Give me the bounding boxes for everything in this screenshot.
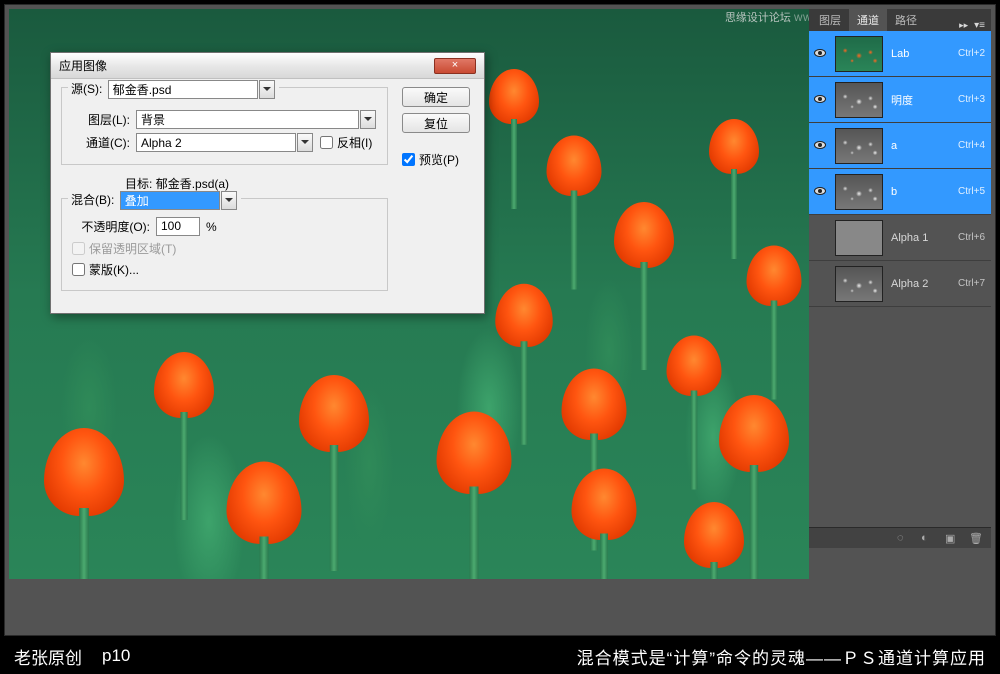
- source-combo[interactable]: 郁金香.psd: [108, 80, 258, 99]
- dialog-title: 应用图像: [59, 57, 434, 74]
- channel-shortcut: Ctrl+5: [958, 186, 985, 197]
- caption-page: p10: [102, 646, 130, 666]
- channel-name: b: [889, 186, 958, 198]
- chevron-down-icon[interactable]: [297, 133, 313, 152]
- channel-list: LabCtrl+2明度Ctrl+3aCtrl+4bCtrl+5Alpha 1Ct…: [809, 31, 991, 307]
- app-frame: 思缘设计论坛 WWW.MISSYUAN.COM itsCN 应用图像 × 源(S…: [4, 4, 996, 636]
- channel-thumbnail: [835, 128, 883, 164]
- channel-thumbnail: [835, 36, 883, 72]
- channel-combo[interactable]: Alpha 2: [136, 133, 296, 152]
- channel-thumbnail: [835, 82, 883, 118]
- opacity-label: 不透明度(O):: [72, 218, 150, 235]
- layer-combo[interactable]: 背景: [136, 110, 359, 129]
- tab-paths[interactable]: 路径: [887, 9, 925, 31]
- channel-to-selection-icon[interactable]: ◐: [921, 532, 935, 544]
- tab-layers[interactable]: 图层: [811, 9, 849, 31]
- panel-tabs: 图层 通道 路径 ▸▸▾≡: [809, 9, 991, 31]
- invert-checkbox[interactable]: 反相(I): [320, 134, 372, 151]
- channel-name: a: [889, 140, 958, 152]
- tab-channels[interactable]: 通道: [849, 9, 887, 31]
- channel-row[interactable]: Alpha 1Ctrl+6: [809, 215, 991, 261]
- blend-combo[interactable]: 叠加: [120, 191, 220, 210]
- channel-shortcut: Ctrl+7: [958, 278, 985, 289]
- panel-footer: ◌ ◐ ▣ 🗑: [809, 527, 991, 548]
- source-group-label: 源(S): 郁金香.psd: [68, 80, 279, 99]
- channel-row[interactable]: Alpha 2Ctrl+7: [809, 261, 991, 307]
- channel-name: Alpha 1: [889, 232, 958, 244]
- channel-name: 明度: [889, 92, 958, 108]
- selection-to-channel-icon[interactable]: ◌: [897, 532, 911, 544]
- layer-label: 图层(L):: [72, 111, 130, 128]
- visibility-eye-icon[interactable]: [811, 186, 829, 198]
- channels-panel: 图层 通道 路径 ▸▸▾≡ LabCtrl+2明度Ctrl+3aCtrl+4bC…: [809, 9, 991, 548]
- caption-author: 老张原创: [14, 644, 82, 669]
- preview-checkbox[interactable]: 预览(P): [402, 151, 459, 168]
- panel-menu-icon[interactable]: ▸▸▾≡: [953, 20, 991, 31]
- channel-label: 通道(C):: [72, 134, 130, 151]
- channel-row[interactable]: 明度Ctrl+3: [809, 77, 991, 123]
- channel-shortcut: Ctrl+4: [958, 140, 985, 151]
- channel-name: Lab: [889, 48, 958, 60]
- channel-shortcut: Ctrl+3: [958, 94, 985, 105]
- visibility-eye-icon[interactable]: [811, 94, 829, 106]
- channel-thumbnail: [835, 174, 883, 210]
- reset-button[interactable]: 复位: [402, 113, 470, 133]
- channel-row[interactable]: aCtrl+4: [809, 123, 991, 169]
- blend-group-label: 混合(B): 叠加: [68, 191, 241, 210]
- channel-thumbnail: [835, 266, 883, 302]
- opacity-input[interactable]: 100: [156, 217, 200, 236]
- channel-row[interactable]: bCtrl+5: [809, 169, 991, 215]
- channel-shortcut: Ctrl+2: [958, 48, 985, 59]
- channel-shortcut: Ctrl+6: [958, 232, 985, 243]
- chevron-down-icon[interactable]: [259, 80, 275, 99]
- source-group: 源(S): 郁金香.psd 图层(L):: [61, 87, 388, 165]
- apply-image-dialog: 应用图像 × 源(S): 郁金香.psd: [50, 52, 485, 314]
- blend-group: 混合(B): 叠加 不透明度(O): 100: [61, 198, 388, 291]
- preserve-transparency-checkbox: 保留透明区域(T): [72, 240, 377, 257]
- opacity-unit: %: [206, 220, 217, 234]
- trash-icon[interactable]: 🗑: [969, 532, 983, 544]
- channel-thumbnail: [835, 220, 883, 256]
- chevron-down-icon[interactable]: [360, 110, 376, 129]
- channel-row[interactable]: LabCtrl+2: [809, 31, 991, 77]
- ok-button[interactable]: 确定: [402, 87, 470, 107]
- dialog-titlebar[interactable]: 应用图像 ×: [51, 53, 484, 79]
- chevron-down-icon[interactable]: [221, 191, 237, 210]
- visibility-eye-icon[interactable]: [811, 48, 829, 60]
- mask-checkbox[interactable]: 蒙版(K)...: [72, 261, 377, 278]
- visibility-eye-icon[interactable]: [811, 140, 829, 152]
- caption-text: 混合模式是“计算”命令的灵魂——ＰＳ通道计算应用: [577, 644, 986, 669]
- new-channel-icon[interactable]: ▣: [945, 532, 959, 544]
- close-icon[interactable]: ×: [434, 58, 476, 74]
- caption-bar: 老张原创 p10 混合模式是“计算”命令的灵魂——ＰＳ通道计算应用: [0, 638, 1000, 674]
- channel-name: Alpha 2: [889, 278, 958, 290]
